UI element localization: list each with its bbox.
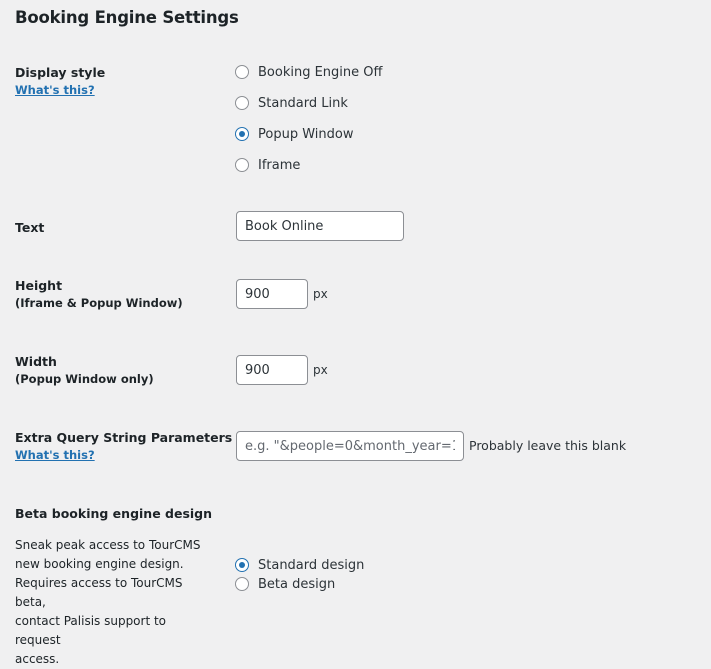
extra-query-hint: Probably leave this blank (469, 438, 627, 453)
width-label: Width (15, 354, 57, 369)
display-style-label: Display style (15, 65, 106, 80)
radio-label-standard-design: Standard design (258, 557, 365, 573)
radio-booking-engine-off[interactable]: Booking Engine Off (235, 63, 382, 81)
radio-standard-design[interactable]: Standard design (235, 556, 364, 574)
extra-query-help-link[interactable]: What's this? (15, 447, 95, 463)
text-input[interactable] (236, 211, 404, 241)
height-input[interactable] (236, 279, 308, 309)
radio-label-iframe: Iframe (258, 157, 301, 173)
radio-button-standard-link[interactable] (235, 96, 249, 110)
display-style-help-link[interactable]: What's this? (15, 82, 95, 98)
radio-label-popup-window: Popup Window (258, 126, 354, 142)
beta-description-line: access. (15, 652, 60, 666)
extra-query-input[interactable] (236, 431, 464, 461)
page-title: Booking Engine Settings (15, 8, 239, 27)
radio-label-standard-link: Standard Link (258, 95, 348, 111)
width-input[interactable] (236, 355, 308, 385)
beta-description-line: contact Palisis support to request (15, 614, 167, 647)
beta-description-line: Sneak peak access to TourCMS (15, 538, 201, 552)
height-label: Height (15, 278, 63, 293)
width-unit: px (313, 363, 328, 377)
beta-description-line: new booking engine design. (15, 557, 184, 571)
beta-description: Sneak peak access to TourCMS new booking… (15, 536, 215, 669)
radio-button-booking-engine-off[interactable] (235, 65, 249, 79)
width-sublabel: (Popup Window only) (15, 372, 154, 386)
radio-beta-design[interactable]: Beta design (235, 575, 335, 593)
radio-button-standard-design[interactable] (235, 558, 249, 572)
height-sublabel: (Iframe & Popup Window) (15, 296, 183, 310)
beta-heading: Beta booking engine design (15, 506, 213, 521)
radio-label-booking-engine-off: Booking Engine Off (258, 64, 383, 80)
height-unit: px (313, 287, 328, 301)
radio-standard-link[interactable]: Standard Link (235, 94, 348, 112)
text-label: Text (15, 220, 45, 235)
radio-popup-window[interactable]: Popup Window (235, 125, 353, 143)
radio-label-beta-design: Beta design (258, 576, 336, 592)
extra-query-label: Extra Query String Parameters (15, 430, 233, 445)
radio-button-popup-window[interactable] (235, 127, 249, 141)
radio-iframe[interactable]: Iframe (235, 156, 300, 174)
radio-button-iframe[interactable] (235, 158, 249, 172)
beta-description-line: Requires access to TourCMS beta, (15, 576, 183, 609)
radio-button-beta-design[interactable] (235, 577, 249, 591)
